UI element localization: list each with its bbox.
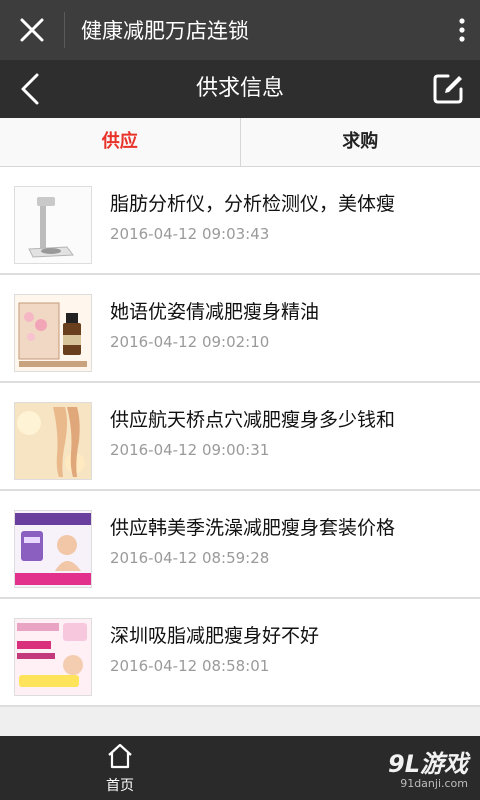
legs-image (15, 403, 91, 479)
bath-set-ad-image (15, 511, 91, 587)
list-item[interactable]: 她语优姿倩减肥瘦身精油 2016-04-12 09:02:10 (0, 275, 480, 383)
watermark: 9L游戏 91danji.com (388, 744, 468, 790)
item-title: 她语优姿倩减肥瘦身精油 (110, 301, 320, 323)
window-titlebar: 健康减肥万店连锁 (0, 0, 480, 60)
item-time: 2016-04-12 09:03:43 (110, 225, 270, 243)
bottom-bar: 首页 9L游戏 91danji.com (0, 736, 480, 800)
close-icon (20, 18, 44, 42)
item-thumbnail (14, 618, 92, 696)
item-title: 脂肪分析仪，分析检测仪，美体瘦 (110, 193, 396, 215)
tab-demand[interactable]: 求购 (241, 118, 480, 166)
item-thumbnail (14, 186, 92, 264)
watermark-brand: 9L游戏 (388, 750, 468, 778)
list-item[interactable]: 深圳吸脂减肥瘦身好不好 2016-04-12 08:58:01 (0, 599, 480, 707)
oil-product-image (15, 295, 91, 371)
list-item[interactable]: 供应航天桥点穴减肥瘦身多少钱和 2016-04-12 09:00:31 (0, 383, 480, 491)
window-title: 健康减肥万店连锁 (81, 19, 249, 43)
home-button[interactable]: 首页 (80, 736, 160, 800)
liposuction-ad-image (15, 619, 91, 695)
nav-bar: 供求信息 (0, 60, 480, 118)
item-title: 深圳吸脂减肥瘦身好不好 (110, 625, 320, 647)
watermark-url: 91danji.com (400, 777, 468, 790)
list-item[interactable]: 供应韩美季洗澡减肥瘦身套装价格 2016-04-12 08:59:28 (0, 491, 480, 599)
item-thumbnail (14, 510, 92, 588)
more-vert-icon (459, 18, 465, 42)
more-button[interactable] (444, 0, 480, 60)
item-time: 2016-04-12 09:02:10 (110, 333, 270, 351)
item-title: 供应航天桥点穴减肥瘦身多少钱和 (110, 409, 396, 431)
home-icon (108, 743, 132, 769)
edit-icon (433, 74, 463, 104)
item-title: 供应韩美季洗澡减肥瘦身套装价格 (110, 517, 396, 539)
tab-supply[interactable]: 供应 (0, 118, 240, 166)
close-button[interactable] (0, 0, 64, 60)
page-title: 供求信息 (195, 76, 284, 101)
edit-button[interactable] (422, 60, 474, 118)
item-time: 2016-04-12 08:59:28 (110, 549, 270, 567)
item-thumbnail (14, 402, 92, 480)
item-time: 2016-04-12 08:58:01 (110, 657, 270, 675)
list-item[interactable]: 脂肪分析仪，分析检测仪，美体瘦 2016-04-12 09:03:43 (0, 167, 480, 275)
home-label: 首页 (106, 778, 134, 794)
item-time: 2016-04-12 09:00:31 (110, 441, 270, 459)
body-analyzer-image (15, 187, 91, 263)
supply-list: 脂肪分析仪，分析检测仪，美体瘦 2016-04-12 09:03:43 她语优姿… (0, 167, 480, 707)
item-thumbnail (14, 294, 92, 372)
tab-bar: 供应 求购 (0, 118, 480, 167)
